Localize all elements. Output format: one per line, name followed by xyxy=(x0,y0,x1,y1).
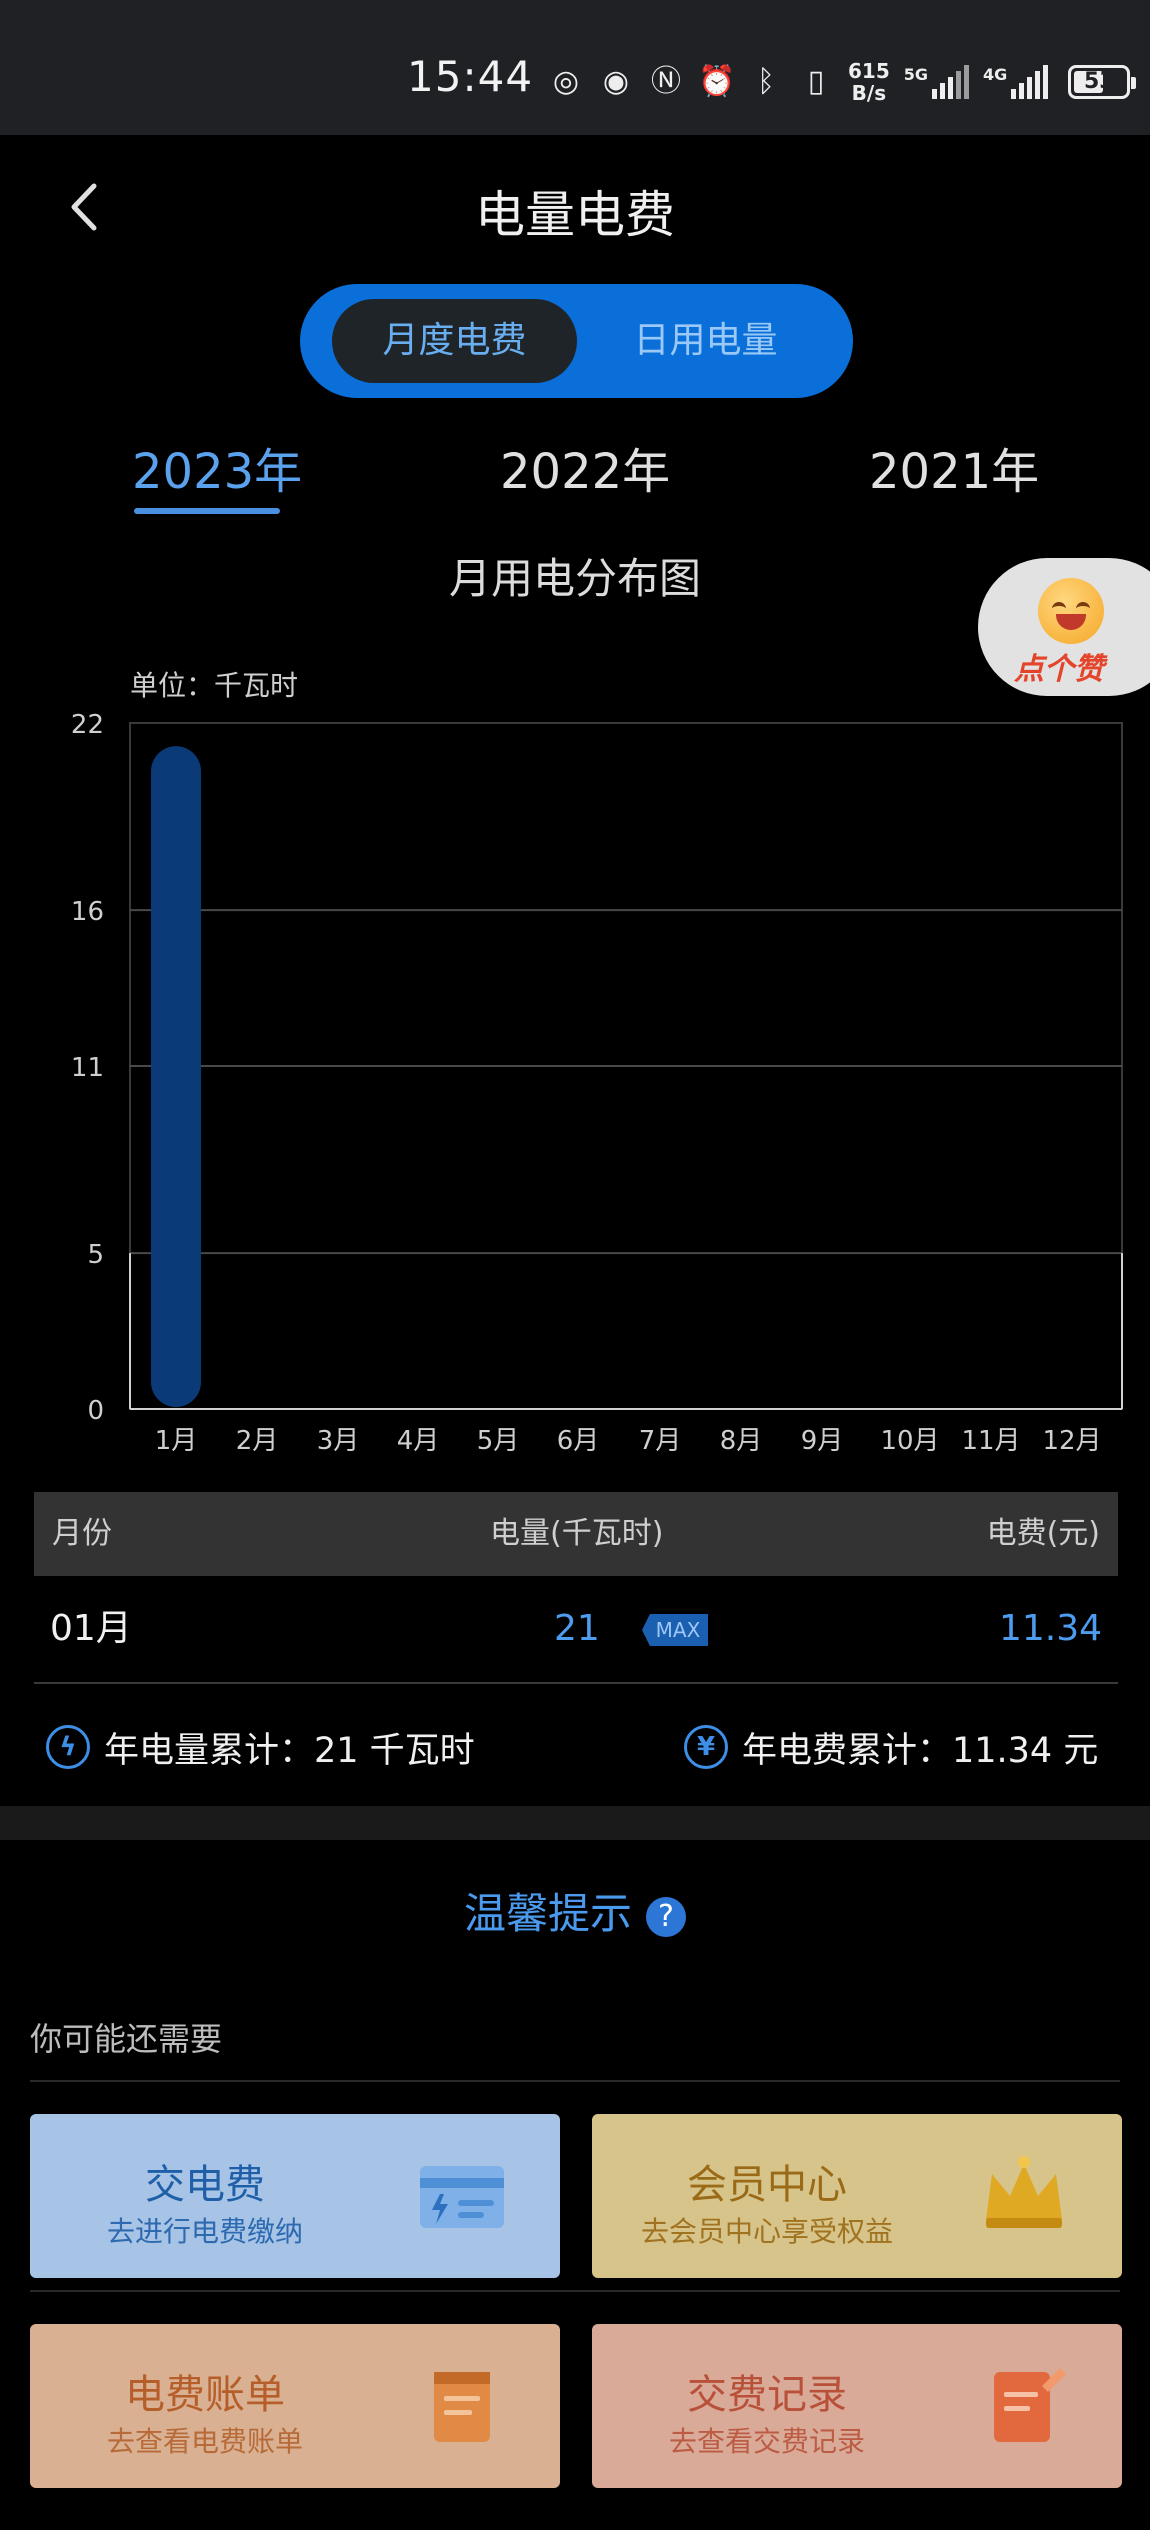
like-label: 点个赞 xyxy=(1014,652,1104,687)
y-tick-label: 5 xyxy=(87,1240,104,1270)
row-month: 01月 xyxy=(50,1608,132,1649)
bar xyxy=(151,746,201,1407)
x-tick-label: 5月 xyxy=(477,1426,520,1456)
col-kwh: 电量(千瓦时) xyxy=(490,1516,664,1551)
bill-icon xyxy=(434,2372,490,2442)
chart-title: 月用电分布图 xyxy=(448,554,701,603)
x-tick-label: 8月 xyxy=(720,1426,763,1456)
annual-fee-text: 年电费累计：11.34 元 xyxy=(742,1730,1099,1771)
signal-label-5g: 5G xyxy=(903,64,929,84)
y-tick-label: 22 xyxy=(71,710,104,740)
help-icon[interactable]: ? xyxy=(646,1896,686,1937)
need-label: 你可能还需要 xyxy=(30,2020,223,2058)
divider xyxy=(30,2290,1120,2292)
eye-icon: ◉ xyxy=(602,64,630,99)
x-tick-label: 7月 xyxy=(639,1426,682,1456)
status-bar: 15:44 ◎ ◉ Ⓝ ⏰ ᛒ ▯ 615 B/s 5G 4G 53 xyxy=(0,0,1150,135)
nav-bar: 电量电费 xyxy=(0,135,1150,275)
x-tick-label: 12月 xyxy=(1042,1426,1101,1456)
card-subtitle: 去查看电费账单 xyxy=(106,2425,303,2458)
card-pay-fee[interactable]: 交电费 去进行电费缴纳 xyxy=(30,2114,560,2278)
nfc-icon: Ⓝ xyxy=(651,64,681,99)
payment-card-icon xyxy=(420,2166,504,2228)
card-payment-records[interactable]: 交费记录 去查看交费记录 xyxy=(592,2324,1122,2488)
col-fee: 电费(元) xyxy=(986,1516,1100,1551)
section-divider xyxy=(0,1806,1150,1840)
vibrate-icon: ▯ xyxy=(807,64,825,99)
signal-4g-icon xyxy=(1011,65,1049,99)
col-month: 月份 xyxy=(52,1516,112,1551)
tab-monthly-fee[interactable]: 月度电费 xyxy=(332,299,577,383)
tab-year-2022[interactable]: 2022年 xyxy=(500,432,670,502)
x-tick-label: 3月 xyxy=(317,1426,360,1456)
x-tick-label: 10月 xyxy=(880,1426,939,1456)
signal-label-4g: 4G xyxy=(983,64,1008,84)
yuan-icon: ¥ xyxy=(684,1725,728,1769)
x-tick-label: 4月 xyxy=(397,1426,440,1456)
table-row[interactable]: 01月 21 MAX 11.34 xyxy=(34,1576,1118,1684)
tab-daily-usage[interactable]: 日用电量 xyxy=(583,299,828,383)
crown-icon xyxy=(986,2156,1062,2228)
page-title: 电量电费 xyxy=(475,186,675,244)
status-icons: ◎ ◉ Ⓝ ⏰ ᛒ ▯ 615 B/s 5G 4G 53 xyxy=(548,59,1137,105)
card-subtitle: 去进行电费缴纳 xyxy=(106,2215,303,2248)
row-fee: 11.34 xyxy=(998,1608,1102,1649)
annual-kwh-summary: ϟ 年电量累计：21 千瓦时 xyxy=(46,1722,475,1772)
alarm-icon: ⏰ xyxy=(698,64,736,99)
tips-section: 温馨提示? xyxy=(0,1880,1150,1941)
card-subtitle: 去查看交费记录 xyxy=(668,2425,865,2458)
x-tick-label: 1月 xyxy=(155,1426,198,1456)
hd-icon: ◎ xyxy=(552,64,580,99)
year-tab-indicator xyxy=(134,508,280,514)
card-title: 电费账单 xyxy=(125,2372,285,2418)
x-tick-label: 9月 xyxy=(801,1426,844,1456)
battery-level: 53 xyxy=(1083,69,1115,94)
y-tick-label: 16 xyxy=(71,897,104,927)
table-header: 月份 电量(千瓦时) 电费(元) xyxy=(34,1492,1118,1576)
max-badge: MAX xyxy=(642,1614,708,1646)
record-icon xyxy=(994,2368,1066,2442)
smiley-icon xyxy=(1038,578,1104,644)
monthly-usage-chart: 0 5 11 16 22 1月 2月 3月 4月 5月 6月 7月 8月 9月 10月 11月 12月 xyxy=(71,710,1123,1456)
bolt-icon: ϟ xyxy=(46,1725,90,1769)
bluetooth-icon: ᛒ xyxy=(757,64,775,99)
card-bill[interactable]: 电费账单 去查看电费账单 xyxy=(30,2324,560,2488)
card-title: 交费记录 xyxy=(687,2372,847,2418)
view-switch: 月度电费 日用电量 xyxy=(300,284,853,398)
net-speed: 615 B/s xyxy=(848,59,890,105)
tab-year-2021[interactable]: 2021年 xyxy=(869,432,1039,502)
row-kwh: 21 xyxy=(554,1608,600,1649)
unit-label: 单位：千瓦时 xyxy=(130,669,299,702)
signal-5g-icon xyxy=(932,65,970,99)
card-member-center[interactable]: 会员中心 去会员中心享受权益 xyxy=(592,2114,1122,2278)
y-tick-label: 0 xyxy=(87,1396,104,1426)
annual-kwh-text: 年电量累计：21 千瓦时 xyxy=(104,1730,475,1771)
card-subtitle: 去会员中心享受权益 xyxy=(640,2215,893,2248)
tab-year-2023[interactable]: 2023年 xyxy=(132,432,302,502)
battery-icon: 53 xyxy=(1068,65,1137,99)
x-tick-label: 6月 xyxy=(557,1426,600,1456)
annual-fee-summary: ¥ 年电费累计：11.34 元 xyxy=(684,1722,1098,1772)
x-tick-label: 11月 xyxy=(961,1426,1020,1456)
card-title: 会员中心 xyxy=(687,2162,847,2208)
divider xyxy=(30,2080,1120,2082)
like-button[interactable]: 点个赞 xyxy=(978,558,1150,696)
y-tick-label: 11 xyxy=(71,1053,104,1083)
tips-title: 温馨提示 xyxy=(463,1889,632,1938)
status-time: 15:44 xyxy=(407,52,534,101)
x-tick-label: 2月 xyxy=(236,1426,279,1456)
card-title: 交电费 xyxy=(145,2162,265,2208)
